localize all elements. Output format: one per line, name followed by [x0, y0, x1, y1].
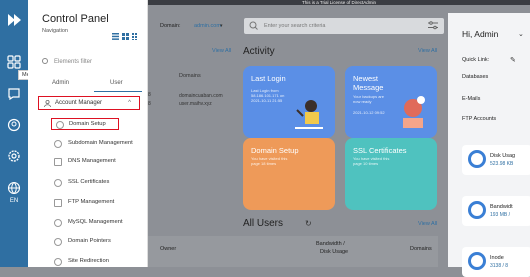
- refresh-icon[interactable]: ↻: [305, 219, 312, 228]
- user-icon[interactable]: [7, 118, 21, 132]
- pointer-icon: [54, 238, 62, 246]
- search-input[interactable]: Enter your search criteria: [244, 18, 444, 34]
- filter-icon: [428, 21, 438, 30]
- account-manager-section[interactable]: Account Manager ^: [38, 96, 140, 110]
- newest-message-card[interactable]: Newest Message Your backups are now read…: [345, 66, 437, 138]
- settings-icon[interactable]: [7, 149, 21, 163]
- view-toggle[interactable]: [112, 27, 138, 45]
- domain-setup-card[interactable]: Domain Setup You have visited this page …: [243, 138, 335, 210]
- menu-item-ftp[interactable]: FTP Management: [54, 199, 114, 211]
- ssl-icon: [54, 179, 62, 187]
- menu-item-redirect[interactable]: Site Redirection: [54, 258, 109, 270]
- right-panel: Hi, Admin ⌄ Quick Link: ✎ Databases E-Ma…: [448, 13, 530, 277]
- menu-item-domain-setup[interactable]: Domain Setup: [51, 118, 119, 130]
- disk-gauge-icon: [468, 150, 486, 168]
- drawer-title: Control Panel: [42, 13, 109, 25]
- chat-icon[interactable]: [7, 87, 21, 101]
- grid-view-icon: [122, 33, 129, 40]
- directadmin-logo-icon[interactable]: [6, 12, 22, 28]
- menu-item-subdomain[interactable]: Subdomain Management: [54, 140, 133, 152]
- disk-usage-card[interactable]: Disk Usag 523.98 KB: [462, 145, 530, 175]
- last-login-card[interactable]: Last Login Last Login from 58.186.101.17…: [243, 66, 335, 138]
- search-icon: [249, 21, 258, 30]
- domain-dropdown-icon[interactable]: ▾: [220, 23, 223, 29]
- message-illustration-icon: [403, 96, 425, 128]
- activity-view-all[interactable]: View All: [418, 48, 437, 54]
- domain-select[interactable]: admin.com: [194, 23, 221, 29]
- menu-item-ssl[interactable]: SSL Certificates: [54, 179, 109, 191]
- quick-link-emails[interactable]: E-Mails: [462, 96, 480, 102]
- domains-header: Domains: [179, 73, 201, 79]
- quick-link-label: Quick Link:: [462, 57, 490, 63]
- bandwidth-gauge-icon: [468, 201, 486, 219]
- activity-title: Activity: [243, 46, 275, 57]
- ssl-certificates-card[interactable]: SSL Certificates You have visited this p…: [345, 138, 437, 210]
- tab-user[interactable]: User: [110, 80, 123, 86]
- domain-label: Domain:: [160, 23, 181, 29]
- inode-gauge-icon: [468, 252, 486, 270]
- trial-banner: This is a Trial License of DirectAdmin: [148, 0, 530, 5]
- all-users-title: All Users: [243, 218, 284, 229]
- users-view-all[interactable]: View All: [418, 221, 437, 227]
- quick-link-databases[interactable]: Databases: [462, 74, 488, 80]
- domain-row[interactable]: user.maihv.xyz: [179, 101, 212, 107]
- ftp-icon: [54, 199, 62, 207]
- menu-item-mysql[interactable]: MySQL Management: [54, 219, 123, 231]
- users-table-header: Owner Bandwidth / Disk Usage Domains: [148, 236, 438, 267]
- elements-filter-input[interactable]: Elements filter: [42, 58, 92, 65]
- chevron-up-icon: ^: [128, 100, 131, 106]
- col-domains[interactable]: Domains: [410, 246, 432, 252]
- person-icon: [44, 100, 51, 107]
- col-bandwidth[interactable]: Bandwidth /: [316, 241, 345, 247]
- inode-card[interactable]: Inode 3138 / 8: [462, 247, 530, 277]
- search-icon: [42, 58, 48, 64]
- menu-item-dns[interactable]: DNS Management: [54, 158, 116, 170]
- active-tab-indicator: [94, 91, 142, 92]
- col-disk[interactable]: Disk Usage: [320, 249, 348, 255]
- nav-tabs: Admin User: [42, 76, 142, 92]
- redirect-icon: [54, 258, 62, 266]
- domain-row[interactable]: domaincuaban.com: [179, 93, 223, 99]
- domain-icon: [56, 121, 64, 129]
- list-view-icon: [112, 33, 119, 40]
- subdomain-icon: [54, 140, 62, 148]
- col-owner[interactable]: Owner: [160, 246, 176, 252]
- domain-fragment: 8: [148, 92, 151, 98]
- menu-item-pointers[interactable]: Domain Pointers: [54, 238, 111, 250]
- grid-icon[interactable]: [7, 55, 21, 69]
- edit-icon[interactable]: ✎: [510, 56, 516, 64]
- globe-icon[interactable]: [7, 181, 21, 195]
- app-rail: EN Menu: [0, 0, 40, 267]
- language-label[interactable]: EN: [0, 198, 28, 204]
- chevron-down-icon[interactable]: ⌄: [518, 30, 524, 38]
- greeting: Hi, Admin: [462, 29, 499, 39]
- tab-admin[interactable]: Admin: [52, 80, 69, 86]
- bandwidth-card[interactable]: Bandwidt 193 MB /: [462, 196, 530, 226]
- navigation-drawer: Control Panel Navigation Elements filter…: [28, 0, 148, 267]
- illustration-icon: [295, 100, 323, 129]
- tile-view-icon: [132, 33, 137, 40]
- dns-icon: [54, 158, 62, 166]
- domains-view-all[interactable]: View All: [212, 48, 231, 54]
- database-icon: [54, 219, 62, 227]
- drawer-subtitle: Navigation: [42, 28, 68, 34]
- top-bar: Domain: admin.com ▾ Enter your search cr…: [148, 15, 444, 37]
- domain-fragment-2: 8: [148, 101, 151, 107]
- quick-link-ftp[interactable]: FTP Accounts: [462, 116, 496, 122]
